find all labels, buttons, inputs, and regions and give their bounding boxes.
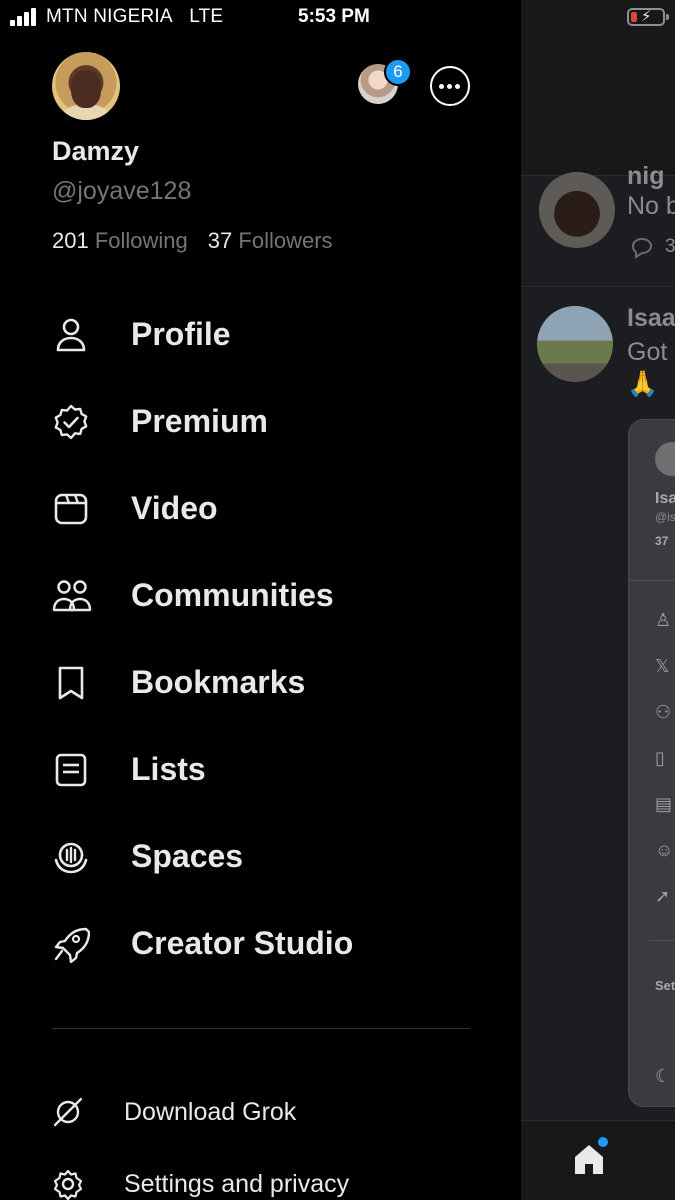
- bookmark-icon: [52, 664, 90, 702]
- card-settings-label: Set: [655, 978, 675, 993]
- card-count: 37: [655, 534, 669, 548]
- network-type: LTE: [189, 6, 224, 27]
- menu-item-label: Communities: [131, 577, 334, 613]
- card-handle: @is: [655, 510, 675, 524]
- menu-item-settings[interactable]: Settings and privacy: [52, 1160, 492, 1200]
- post-text: Got: [627, 338, 668, 366]
- menu-item-video[interactable]: Video: [52, 478, 492, 538]
- profile-avatar[interactable]: [52, 52, 120, 120]
- moon-icon: ☾: [655, 1066, 672, 1086]
- followers-label: Followers: [238, 228, 333, 253]
- post-avatar: [539, 172, 615, 248]
- menu-item-label: Creator Studio: [131, 925, 354, 961]
- menu-item-label: Profile: [131, 316, 231, 352]
- menu-item-label: Spaces: [131, 838, 244, 874]
- divider: [649, 940, 675, 941]
- list-icon: ▤: [655, 794, 673, 814]
- list-icon: [52, 751, 90, 789]
- verified-badge-icon: [52, 403, 90, 441]
- menu-item-communities[interactable]: Communities: [52, 565, 492, 625]
- post-author-name: nig: [627, 162, 665, 190]
- grok-icon: [52, 1096, 84, 1128]
- post-text: No b: [627, 192, 675, 220]
- post-author-name: Isaa: [627, 304, 675, 332]
- followers-link[interactable]: 37 Followers: [208, 228, 333, 253]
- spaces-icon: ☺: [655, 840, 674, 860]
- post-avatar: [537, 306, 613, 382]
- video-icon: [52, 490, 90, 528]
- following-count: 201: [52, 228, 89, 253]
- menu-item-creator-studio[interactable]: Creator Studio: [52, 913, 492, 973]
- account-notification-badge: 6: [384, 58, 412, 86]
- timeline-header: ⚡: [521, 0, 675, 176]
- menu-item-bookmarks[interactable]: Bookmarks: [52, 652, 492, 712]
- carrier-name: MTN NIGERIA: [46, 6, 173, 27]
- person-icon: [52, 316, 90, 354]
- side-drawer: MTN NIGERIA LTE 5:53 PM 6 Damzy @joyave1…: [0, 0, 521, 1200]
- rocket-icon: ➚: [655, 886, 671, 906]
- status-time: 5:53 PM: [298, 6, 370, 27]
- menu-item-label: Video: [131, 490, 218, 526]
- display-name[interactable]: Damzy: [52, 136, 139, 167]
- menu-item-label: Settings and privacy: [124, 1170, 350, 1198]
- person-icon: ♙: [655, 610, 672, 630]
- communities-icon: [52, 577, 92, 615]
- divider: [629, 580, 675, 581]
- x-logo-icon: 𝕏: [655, 656, 670, 676]
- menu-item-label: Download Grok: [124, 1098, 297, 1126]
- menu-item-label: Lists: [131, 751, 206, 787]
- menu-item-download-grok[interactable]: Download Grok: [52, 1088, 492, 1138]
- menu-divider: [52, 1028, 470, 1029]
- menu-item-premium[interactable]: Premium: [52, 391, 492, 451]
- menu-item-label: Premium: [131, 403, 268, 439]
- spaces-icon: [52, 838, 90, 876]
- menu-item-label: Bookmarks: [131, 664, 306, 700]
- carrier-label: MTN NIGERIA LTE: [46, 6, 223, 28]
- background-timeline[interactable]: ⚡ nig No b 3 Isaa Got 🙏 Isa @is 37 ♙ 𝕏 ⚇…: [521, 0, 675, 1200]
- communities-icon: ⚇: [655, 702, 672, 722]
- follow-stats: 201 Following 37 Followers: [52, 228, 333, 254]
- menu-item-spaces[interactable]: Spaces: [52, 826, 492, 886]
- reply-count: 3: [665, 236, 675, 257]
- menu-item-profile[interactable]: Profile: [52, 304, 492, 364]
- menu-item-lists[interactable]: Lists: [52, 739, 492, 799]
- divider: [521, 286, 675, 287]
- card-avatar: [655, 442, 675, 476]
- post-emoji: 🙏: [627, 370, 659, 398]
- following-link[interactable]: 201 Following: [52, 228, 188, 253]
- bottom-tab-bar: [521, 1120, 675, 1200]
- more-options-button[interactable]: [430, 66, 470, 106]
- gear-icon: [52, 1168, 84, 1200]
- app-screen: ⚡ nig No b 3 Isaa Got 🙏 Isa @is 37 ♙ 𝕏 ⚇…: [0, 0, 675, 1200]
- timeline-post[interactable]: nig No b 3: [521, 162, 675, 286]
- card-name: Isa: [655, 490, 675, 507]
- followers-count: 37: [207, 228, 233, 253]
- rocket-icon: [52, 925, 90, 963]
- bookmark-icon: ▯: [655, 748, 665, 768]
- status-bar: MTN NIGERIA LTE 5:53 PM: [0, 0, 521, 36]
- embedded-screenshot-card[interactable]: Isa @is 37 ♙ 𝕏 ⚇ ▯ ▤ ☺ ➚ Set ☾: [628, 419, 675, 1107]
- notification-dot: [598, 1137, 608, 1147]
- timeline-post[interactable]: Isaa Got 🙏: [521, 300, 675, 410]
- user-handle[interactable]: @joyave128: [52, 177, 191, 206]
- battery-icon: ⚡: [627, 8, 669, 26]
- following-label: Following: [94, 228, 188, 253]
- reply-icon[interactable]: [629, 236, 655, 260]
- signal-icon: [10, 8, 40, 26]
